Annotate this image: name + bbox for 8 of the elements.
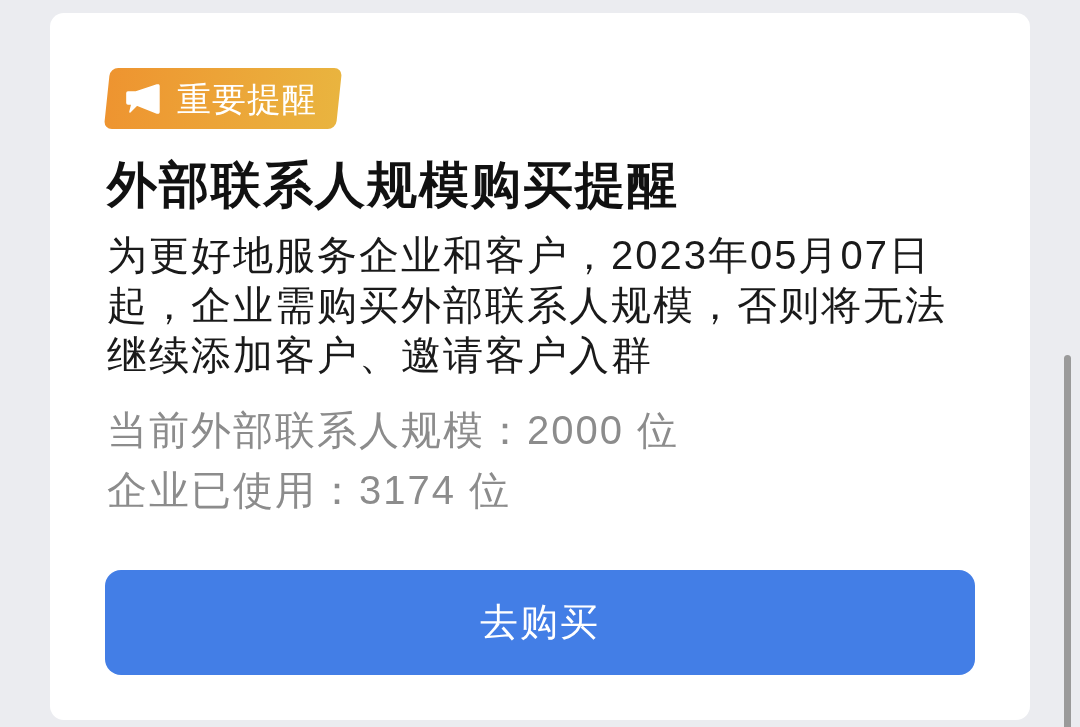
notice-message: 为更好地服务企业和客户，2023年05月07日起，企业需购买外部联系人规模，否则将无法继续添加客户、邀请客户入群 bbox=[107, 232, 948, 379]
scrollbar-thumb[interactable] bbox=[1064, 355, 1071, 727]
megaphone-icon bbox=[125, 82, 161, 115]
usage-detail: 企业已使用：3174 位 bbox=[107, 467, 512, 514]
badge-label: 重要提醒 bbox=[177, 81, 317, 116]
buy-button[interactable]: 去购买 bbox=[105, 570, 975, 675]
notice-title: 外部联系人规模购买提醒 bbox=[107, 156, 680, 215]
usage-detail: 当前外部联系人规模：2000 位 bbox=[107, 407, 680, 454]
